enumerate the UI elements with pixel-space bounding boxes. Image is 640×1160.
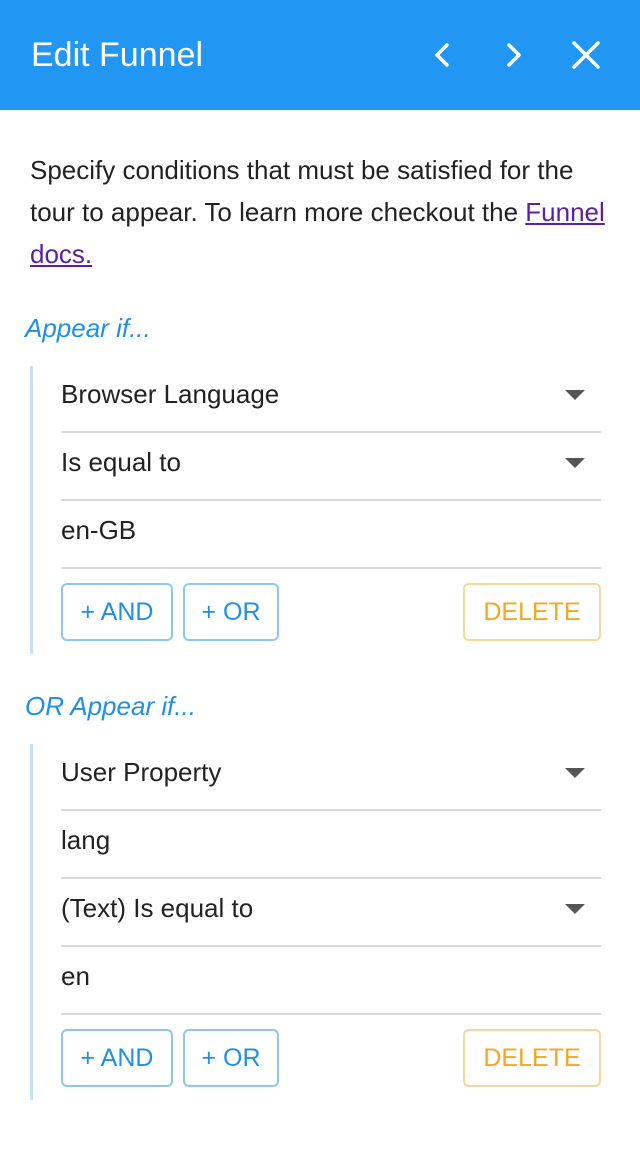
group-title-2: OR Appear if...	[25, 691, 196, 721]
delete-button[interactable]: DELETE	[463, 583, 601, 641]
close-icon	[572, 41, 600, 69]
property-name-text: lang	[61, 825, 111, 855]
caret-down-icon	[565, 768, 585, 778]
condition-group-2: User Property lang (Text) Is equal to en…	[30, 744, 603, 1100]
caret-down-icon	[565, 390, 585, 400]
close-button[interactable]	[566, 34, 606, 76]
property-select-value: User Property	[61, 757, 222, 787]
header-bar: Edit Funnel	[0, 0, 640, 110]
chevron-left-icon	[435, 43, 449, 67]
value-input-text: en-GB	[61, 515, 137, 545]
condition-group-1: Browser Language Is equal to en-GB + AND…	[30, 366, 603, 654]
chevron-right-icon	[507, 43, 521, 67]
add-or-button[interactable]: + OR	[183, 583, 279, 641]
value-input-text: en	[61, 961, 90, 991]
group-title-1: Appear if...	[25, 313, 151, 343]
caret-down-icon	[565, 458, 585, 468]
caret-down-icon	[565, 904, 585, 914]
delete-button[interactable]: DELETE	[463, 1029, 601, 1087]
intro-text: Specify conditions that must be satisfie…	[30, 149, 620, 275]
operator-select[interactable]: Is equal to	[61, 434, 601, 501]
prev-button[interactable]	[422, 34, 462, 76]
value-input[interactable]: en-GB	[61, 502, 601, 569]
operator-select[interactable]: (Text) Is equal to	[61, 880, 601, 947]
property-select[interactable]: Browser Language	[61, 366, 601, 433]
operator-select-value: (Text) Is equal to	[61, 893, 254, 923]
intro-description: Specify conditions that must be satisfie…	[30, 155, 574, 227]
add-and-button[interactable]: + AND	[61, 583, 173, 641]
add-and-button[interactable]: + AND	[61, 1029, 173, 1087]
next-button[interactable]	[494, 34, 534, 76]
property-select[interactable]: User Property	[61, 744, 601, 811]
property-name-input[interactable]: lang	[61, 812, 601, 879]
page-title: Edit Funnel	[31, 36, 203, 74]
value-input[interactable]: en	[61, 948, 601, 1015]
add-or-button[interactable]: + OR	[183, 1029, 279, 1087]
operator-select-value: Is equal to	[61, 447, 181, 477]
property-select-value: Browser Language	[61, 379, 280, 409]
